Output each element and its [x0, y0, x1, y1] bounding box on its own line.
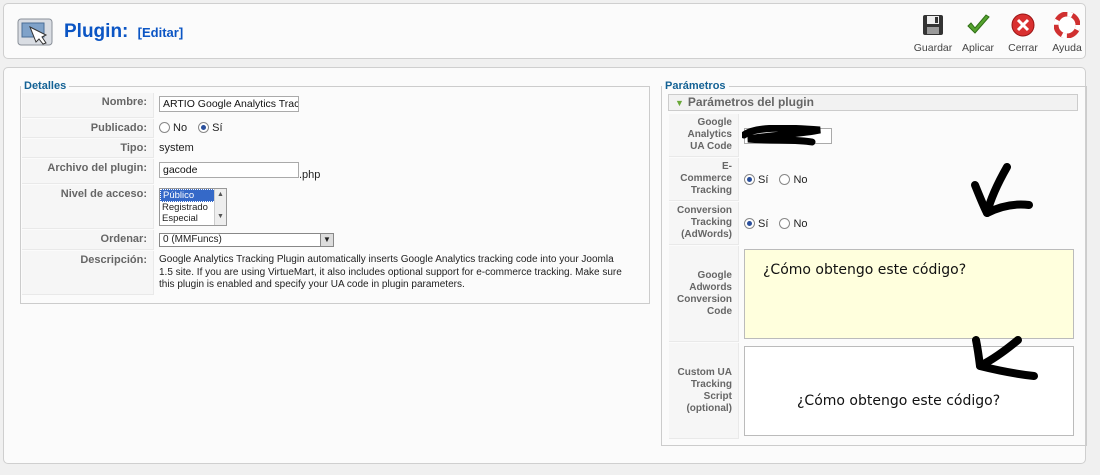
params-panel-header[interactable]: ▼ Parámetros del plugin [668, 94, 1078, 111]
conversion-label: Conversion Tracking (AdWords) [669, 202, 739, 245]
save-button[interactable]: Guardar [911, 12, 955, 58]
custom-label: Custom UA Tracking Script (optional) [669, 343, 739, 439]
save-icon [923, 15, 943, 35]
ecommerce-si-radio[interactable] [744, 173, 755, 185]
save-label: Guardar [913, 42, 953, 54]
apply-label: Aplicar [961, 42, 995, 54]
adwords-row: Google Adwords Conversion Code ¿Cómo obt… [669, 246, 1093, 342]
publicado-no-label: No [173, 122, 188, 134]
conversion-si-label: Sí [758, 217, 769, 230]
ordenar-row: Ordenar: 0 (MMFuncs) ▼ [22, 230, 648, 250]
descripcion-value: Google Analytics Tracking Plugin automat… [159, 254, 622, 290]
archivo-row: Archivo del plugin: gacode .php [22, 159, 648, 184]
publicado-si-radio[interactable] [198, 122, 210, 133]
arrow-annotation-1 [971, 163, 1033, 217]
tipo-value: system [159, 142, 194, 154]
adwords-label: Google Adwords Conversion Code [669, 246, 739, 342]
plugin-icon [16, 13, 56, 49]
nivel-label: Nivel de acceso: [22, 185, 154, 229]
toolbar: Plugin: [Editar] Guardar Aplicar Cerrar … [3, 3, 1086, 59]
redaction-scribble [742, 124, 821, 145]
triangle-down-icon: ▼ [675, 98, 684, 108]
details-legend: Detalles [24, 80, 67, 92]
adwords-note: ¿Cómo obtengo este código? [763, 262, 967, 278]
ordenar-label: Ordenar: [22, 230, 154, 250]
close-button[interactable]: Cerrar [1001, 12, 1045, 58]
publicado-no-radio[interactable] [159, 122, 170, 133]
details-table: Nombre: ARTIO Google Analytics Tracking … [21, 92, 649, 296]
listbox-scrollbar[interactable]: ▲ ▼ [214, 189, 226, 225]
chevron-down-icon: ▼ [320, 234, 333, 246]
nivel-row: Nivel de acceso: Público Registrado Espe… [22, 185, 648, 229]
help-button[interactable]: Ayuda [1045, 12, 1089, 58]
publicado-si-label: Sí [212, 122, 223, 134]
tipo-label: Tipo: [22, 139, 154, 158]
close-icon [1011, 13, 1035, 37]
page-subtitle: [Editar] [137, 25, 184, 40]
publicado-row: Publicado: No Sí [22, 119, 648, 138]
details-fieldset: Detalles Nombre: ARTIO Google Analytics … [20, 80, 650, 304]
ordenar-value: 0 (MMFuncs) [163, 234, 222, 245]
main-content: Detalles Nombre: ARTIO Google Analytics … [3, 67, 1087, 464]
descripcion-label: Descripción: [22, 251, 154, 295]
conversion-no-label: No [793, 217, 808, 230]
publicado-label: Publicado: [22, 119, 154, 138]
nombre-input[interactable]: ARTIO Google Analytics Tracking [159, 96, 299, 112]
apply-icon [967, 14, 990, 34]
nombre-label: Nombre: [22, 93, 154, 118]
ecommerce-si-label: Sí [758, 173, 769, 186]
custom-note: ¿Cómo obtengo este código? [797, 393, 1001, 409]
conversion-no-radio[interactable] [779, 217, 791, 229]
ordenar-select[interactable]: 0 (MMFuncs) ▼ [159, 233, 334, 247]
ecommerce-no-label: No [793, 173, 808, 186]
arrow-annotation-2 [972, 336, 1038, 380]
tipo-row: Tipo: system [22, 139, 648, 158]
page-title: Plugin: [Editar] [64, 21, 183, 43]
ua-row: Google Analytics UA Code [669, 114, 1093, 157]
params-area: ▼ Parámetros del plugin Google Analytics … [661, 80, 1087, 446]
nombre-row: Nombre: ARTIO Google Analytics Tracking [22, 93, 648, 118]
params-panel-title: Parámetros del plugin [687, 95, 814, 109]
help-icon [1054, 12, 1080, 38]
adwords-code-textarea[interactable]: ¿Cómo obtengo este código? [744, 249, 1074, 339]
archivo-input[interactable]: gacode [159, 162, 299, 178]
conversion-si-radio[interactable] [744, 217, 755, 229]
close-label: Cerrar [1008, 42, 1038, 54]
archivo-ext: .php [299, 169, 321, 181]
ecommerce-no-radio[interactable] [779, 173, 791, 185]
descripcion-row: Descripción: Google Analytics Tracking P… [22, 251, 648, 295]
help-label: Ayuda [1052, 42, 1082, 54]
nivel-listbox[interactable]: Público Registrado Especial ▲ ▼ [159, 188, 227, 226]
ecommerce-label: E-Commerce Tracking [669, 158, 739, 201]
page-title-text: Plugin: [64, 21, 129, 42]
apply-button[interactable]: Aplicar [956, 12, 1000, 58]
ua-label: Google Analytics UA Code [669, 114, 739, 157]
archivo-label: Archivo del plugin: [22, 159, 154, 184]
